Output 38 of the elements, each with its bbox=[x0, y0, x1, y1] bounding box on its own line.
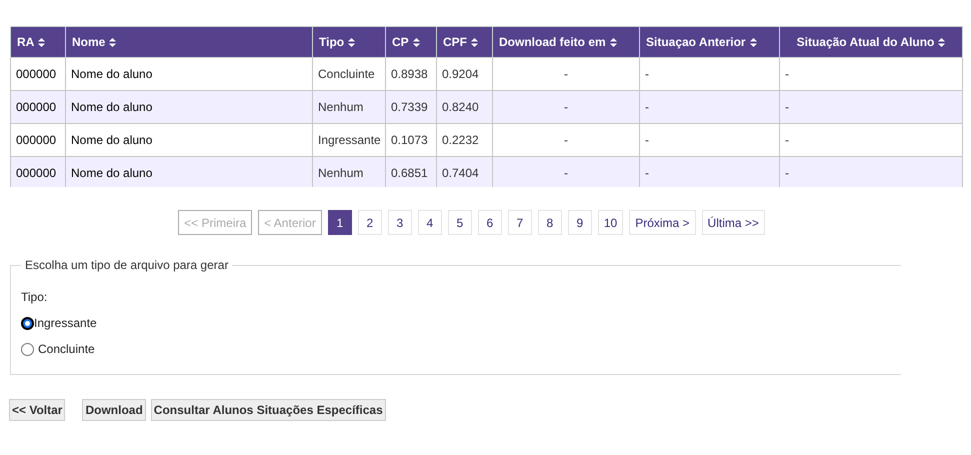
column-header[interactable]: CP bbox=[386, 26, 436, 58]
radio-button[interactable] bbox=[21, 342, 34, 356]
page-button[interactable]: 7 bbox=[508, 210, 532, 235]
sort-icon bbox=[471, 38, 478, 48]
page-button[interactable]: 10 bbox=[598, 210, 624, 235]
column-header[interactable]: Situaçao Anterior bbox=[640, 26, 780, 58]
column-header[interactable]: Nome bbox=[66, 26, 312, 58]
page-button[interactable]: Última >> bbox=[702, 210, 765, 235]
column-header[interactable]: Download feito em bbox=[492, 26, 640, 58]
page-button[interactable]: 8 bbox=[538, 210, 562, 235]
sort-icon bbox=[750, 38, 757, 48]
radio-label: Ingressante bbox=[34, 315, 97, 332]
action-button[interactable]: Consultar Alunos Situações Específicas bbox=[150, 399, 386, 421]
page-button[interactable]: 5 bbox=[448, 210, 472, 235]
sort-icon bbox=[38, 38, 46, 48]
sort-icon bbox=[412, 38, 420, 48]
page-button[interactable]: 4 bbox=[418, 210, 442, 235]
page-button[interactable]: 3 bbox=[388, 210, 412, 235]
column-header[interactable]: Tipo bbox=[312, 26, 386, 58]
column-header[interactable]: RA bbox=[10, 26, 66, 58]
page-button[interactable]: 2 bbox=[358, 210, 382, 235]
fieldset-legend: Escolha um tipo de arquivo para gerar bbox=[21, 256, 232, 274]
page-button[interactable]: 6 bbox=[478, 210, 502, 235]
column-header[interactable]: Situação Atual do Aluno bbox=[780, 26, 962, 58]
radio-label: Concluinte bbox=[38, 341, 95, 358]
page-button[interactable]: Próxima > bbox=[629, 210, 696, 235]
sort-icon bbox=[109, 38, 116, 48]
action-button[interactable]: Download bbox=[82, 399, 146, 421]
page-button[interactable]: 9 bbox=[568, 210, 592, 235]
column-header[interactable]: CPF bbox=[436, 26, 492, 58]
table-cell: 000000 bbox=[10, 156, 66, 187]
radio-button[interactable] bbox=[21, 316, 34, 330]
page-button[interactable]: 1 bbox=[328, 210, 352, 235]
action-button[interactable]: << Voltar bbox=[9, 399, 66, 421]
sort-icon bbox=[348, 38, 356, 48]
sort-icon bbox=[610, 38, 617, 48]
type-label: Tipo: bbox=[21, 289, 48, 306]
sort-icon bbox=[938, 38, 946, 48]
